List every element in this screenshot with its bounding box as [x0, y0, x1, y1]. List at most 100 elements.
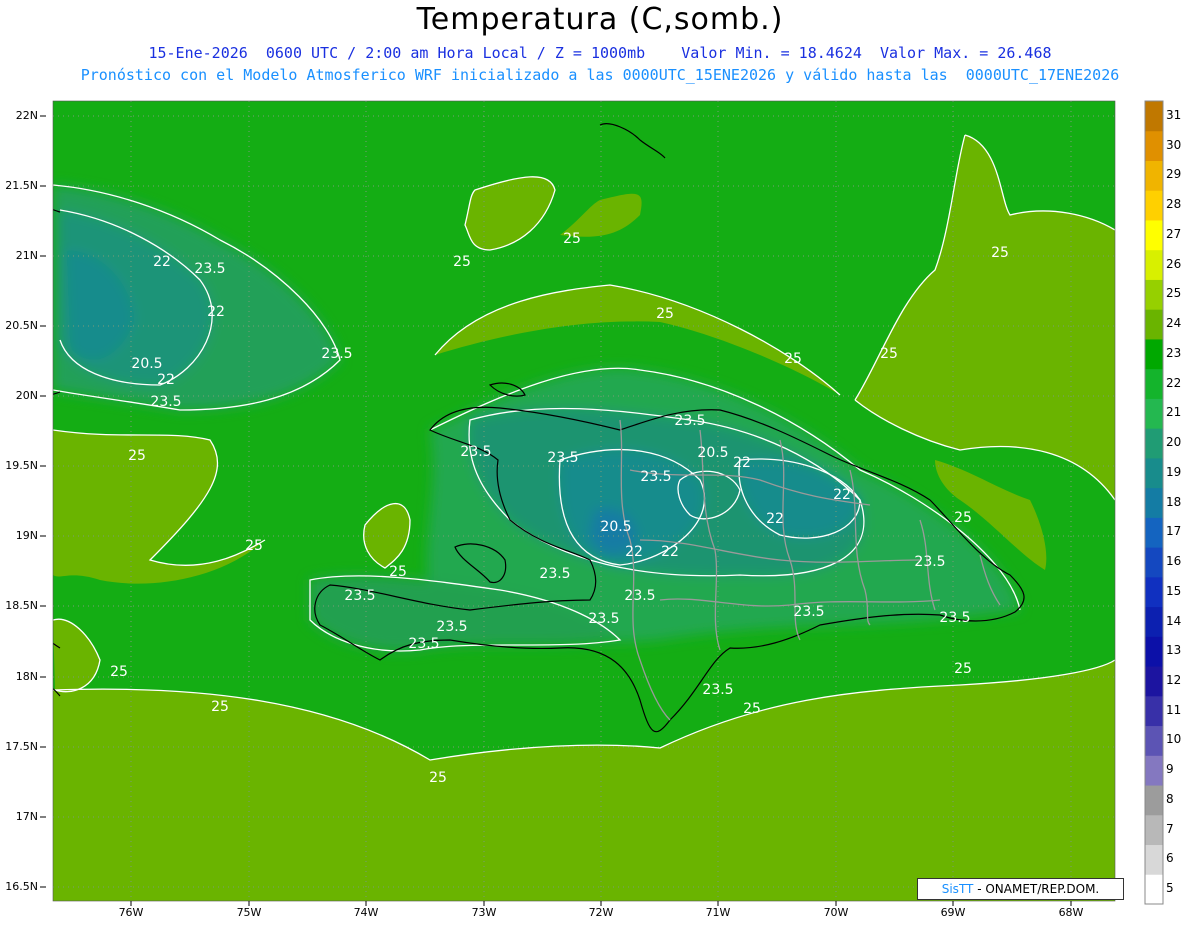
lon-label: 75W — [236, 906, 262, 919]
colorbar-swatch — [1145, 279, 1163, 310]
map-field: 25 25 25 25 25 25 25 25 25 25 25 25 25 2… — [53, 101, 1115, 901]
contour-label: 22 — [207, 304, 225, 320]
contour-label: 25 — [880, 346, 898, 362]
contour-label: 22 — [661, 544, 679, 560]
colorbar-label: 5 — [1166, 881, 1174, 896]
colorbar-label: 23 — [1166, 345, 1182, 360]
contour-label: 22 — [766, 511, 784, 527]
colorbar-swatch — [1145, 517, 1163, 548]
lat-label: 20.5N — [5, 319, 38, 332]
contour-label: 25 — [991, 245, 1009, 261]
contour-label: 20.5 — [697, 445, 728, 461]
colorbar-swatch — [1145, 457, 1163, 489]
contour-label: 25 — [389, 564, 407, 580]
lat-label: 21N — [15, 249, 38, 262]
lat-label: 16.5N — [5, 880, 38, 893]
lat-label: 21.5N — [5, 179, 38, 192]
colorbar-swatch — [1145, 666, 1163, 697]
contour-label: 23.5 — [624, 588, 655, 604]
colorbar-swatch — [1145, 725, 1163, 756]
lon-label: 73W — [471, 906, 497, 919]
lat-label: 17.5N — [5, 740, 38, 753]
lon-label: 72W — [588, 906, 614, 919]
colorbar-label: 11 — [1166, 702, 1182, 717]
colorbar-label: 18 — [1166, 494, 1182, 509]
colorbar-swatch — [1145, 844, 1163, 875]
colorbar-swatch — [1145, 576, 1163, 608]
colorbar-label: 27 — [1166, 226, 1182, 241]
colorbar-swatch — [1145, 368, 1163, 399]
colorbar-label: 16 — [1166, 554, 1182, 568]
colorbar-swatch — [1145, 428, 1163, 459]
colorbar-swatch — [1145, 636, 1163, 667]
colorbar-swatch — [1145, 130, 1163, 161]
contour-label: 25 — [110, 664, 128, 680]
contour-label: 23.5 — [547, 450, 578, 466]
lat-label: 18N — [15, 670, 38, 683]
colorbar-label: 14 — [1166, 613, 1182, 628]
lon-label: 69W — [940, 906, 966, 919]
colorbar-label: 20 — [1166, 435, 1182, 449]
contour-label: 25 — [954, 510, 972, 526]
colorbar-label: 31 — [1166, 107, 1182, 122]
colorbar-swatch — [1145, 547, 1163, 578]
lat-label: 17N — [15, 810, 38, 823]
colorbar-swatch — [1145, 338, 1163, 370]
colorbar-label: 28 — [1166, 197, 1182, 212]
contour-label: 23.5 — [702, 682, 733, 698]
contour-label: 25 — [128, 448, 146, 464]
credit-brand: SisTT — [941, 882, 974, 896]
contour-label: 23.5 — [640, 469, 671, 485]
colorbar-label: 8 — [1166, 791, 1174, 806]
colorbar-label: 12 — [1166, 672, 1182, 687]
colorbar-label: 9 — [1166, 762, 1174, 777]
colorbar-label: 24 — [1166, 316, 1182, 331]
contour-label: 25 — [954, 661, 972, 677]
contour-label: 25 — [211, 699, 229, 715]
contour-label: 25 — [245, 538, 263, 554]
colorbar — [1144, 100, 1164, 905]
lat-label: 20N — [15, 389, 38, 402]
temperature-map: 25 25 25 25 25 25 25 25 25 25 25 25 25 2… — [40, 100, 1164, 906]
colorbar-swatch — [1145, 249, 1163, 280]
contour-label: 23.5 — [914, 554, 945, 570]
colorbar-swatch — [1145, 874, 1163, 905]
contour-label: 23.5 — [674, 413, 705, 429]
contour-label: 23.5 — [436, 619, 467, 635]
contour-label: 23.5 — [408, 636, 439, 652]
colorbar-label: 15 — [1166, 583, 1182, 598]
contour-label: 20.5 — [600, 519, 631, 535]
colorbar-label: 19 — [1166, 464, 1182, 479]
colorbar-label: 26 — [1166, 256, 1182, 271]
contour-label: 25 — [784, 351, 802, 367]
contour-label: 25 — [563, 231, 581, 247]
colorbar-swatch — [1145, 487, 1163, 518]
contour-label: 25 — [743, 701, 761, 717]
lat-label: 22N — [15, 109, 38, 122]
contour-label: 23.5 — [588, 611, 619, 627]
colorbar-swatch — [1145, 695, 1163, 727]
lat-label: 19N — [15, 529, 38, 542]
contour-label: 22 — [153, 254, 171, 270]
contour-label: 25 — [656, 306, 674, 322]
colorbar-label: 29 — [1166, 167, 1182, 182]
contour-label: 23.5 — [793, 604, 824, 620]
colorbar-swatch — [1145, 785, 1163, 816]
colorbar-label: 25 — [1166, 286, 1182, 301]
contour-label: 23.5 — [321, 346, 352, 362]
colorbar-swatch — [1145, 160, 1163, 191]
lat-label: 19.5N — [5, 459, 38, 472]
contour-label: 25 — [429, 770, 447, 786]
colorbar-label: 7 — [1166, 821, 1174, 836]
lon-label: 76W — [118, 906, 144, 919]
colorbar-swatch — [1145, 814, 1163, 846]
contour-label: 23.5 — [539, 566, 570, 582]
colorbar-label: 13 — [1166, 643, 1182, 658]
colorbar-swatch — [1145, 219, 1163, 251]
colorbar-swatch — [1145, 755, 1163, 786]
contour-label: 20.5 — [131, 356, 162, 372]
colorbar-label: 10 — [1166, 732, 1182, 747]
lon-label: 70W — [823, 906, 849, 919]
credit-box: SisTT - ONAMET/REP.DOM. — [917, 878, 1124, 900]
colorbar-swatch — [1145, 309, 1163, 340]
